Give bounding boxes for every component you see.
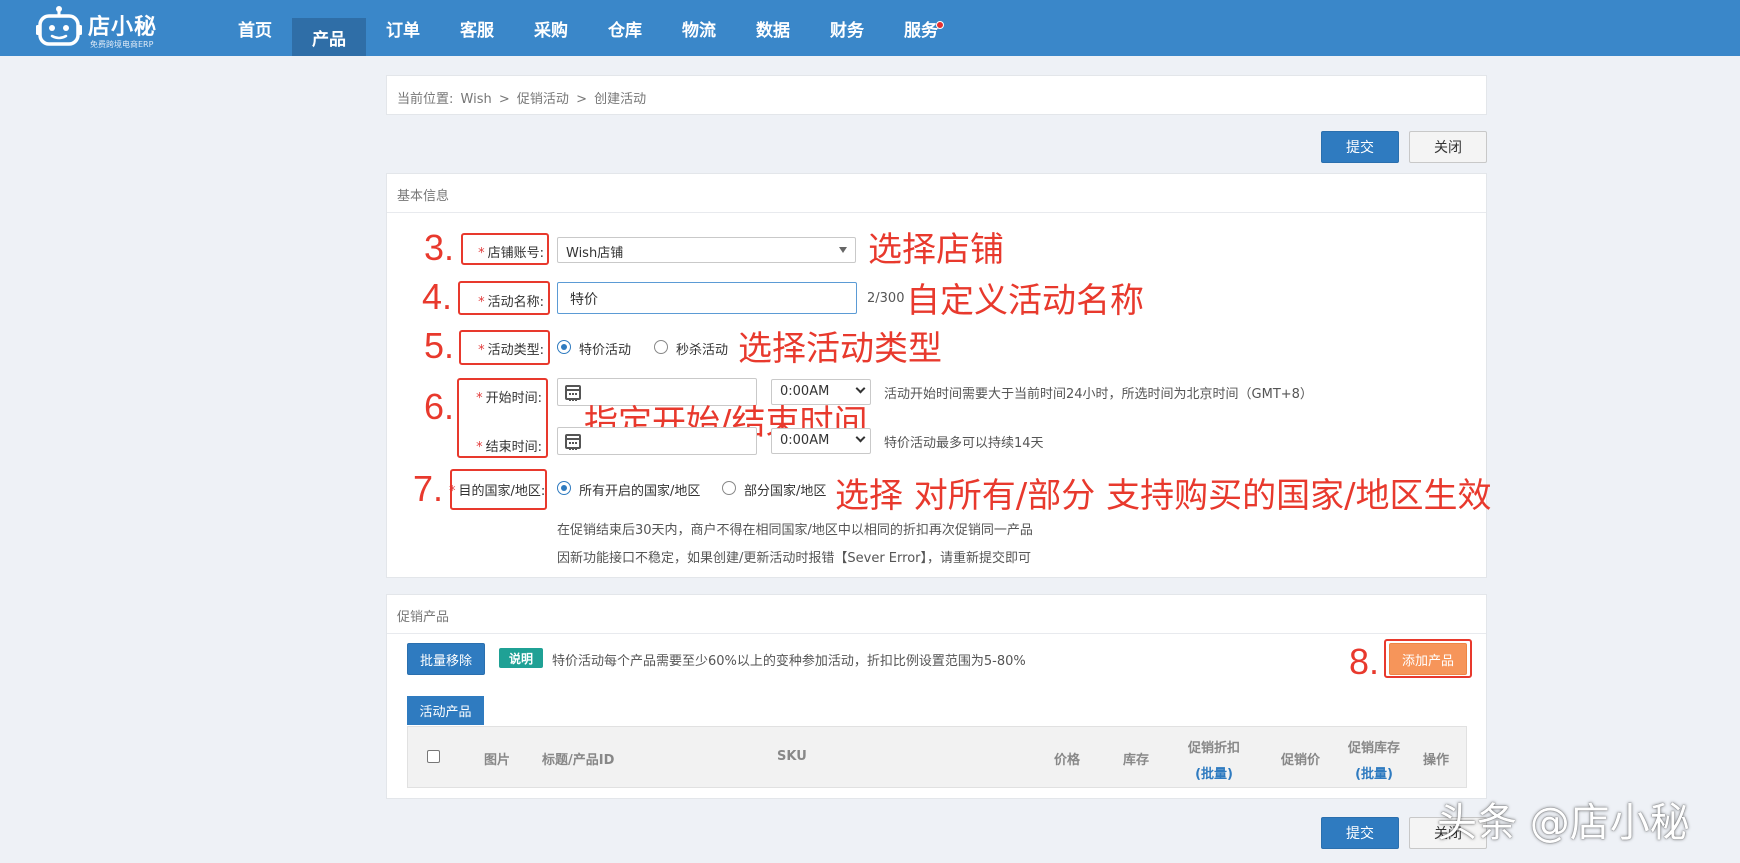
step-number-3: 3.	[424, 227, 455, 268]
promo-products-title: 促销产品	[387, 595, 1486, 634]
column-promo-stock: 促销库存 (批量)	[1348, 737, 1400, 782]
annotation-select-type: 选择活动类型	[738, 329, 942, 369]
nav-item-logistics[interactable]: 物流	[662, 0, 736, 56]
activity-name-input[interactable]: 特价	[557, 282, 857, 314]
step-number-5: 5.	[424, 325, 455, 366]
nav-item-finance[interactable]: 财务	[810, 0, 884, 56]
annotation-select-region: 选择 对所有/部分 支持购买的国家/地区生效	[835, 476, 1492, 516]
bulk-stock-link[interactable]: (批量)	[1348, 763, 1400, 782]
robot-logo-icon	[36, 6, 82, 46]
main-nav: 首页 产品 订单 客服 采购 仓库 物流 数据 财务 服务	[218, 0, 958, 56]
breadcrumb-separator: >	[576, 92, 587, 107]
activity-name-label: * 活动名称:	[478, 295, 544, 310]
end-time-label: * 结束时间:	[476, 440, 542, 455]
bulk-remove-button[interactable]: 批量移除	[407, 643, 485, 675]
calendar-icon[interactable]	[565, 434, 581, 450]
region-radio-partial[interactable]	[722, 481, 736, 495]
activity-type-option-flash-sale[interactable]: 秒杀活动	[676, 339, 728, 358]
breadcrumb-item-promotions[interactable]: 促销活动	[517, 92, 569, 107]
end-time-hint: 特价活动最多可以持续14天	[884, 436, 1044, 451]
column-promo-stock-label: 促销库存	[1348, 741, 1401, 756]
nav-item-products[interactable]: 产品	[292, 18, 366, 56]
app-logo[interactable]: 店小秘 免费跨境电商ERP	[36, 5, 166, 51]
nav-item-customer-service[interactable]: 客服	[440, 0, 514, 56]
tab-activity-products[interactable]: 活动产品	[407, 696, 484, 725]
column-promo-price: 促销价	[1281, 753, 1321, 768]
top-nav-bar: 店小秘 免费跨境电商ERP 首页 产品 订单 客服 采购 仓库 物流 数据 财务…	[0, 0, 1740, 56]
store-label-text: 店铺账号:	[487, 246, 544, 261]
step-number-6: 6.	[424, 386, 455, 427]
activity-type-label: * 活动类型:	[478, 343, 544, 358]
brand-subtitle: 免费跨境电商ERP	[90, 40, 154, 49]
column-stock: 库存	[1123, 753, 1150, 768]
step-number-4: 4.	[422, 276, 453, 317]
start-time-hint: 活动开始时间需要大于当前时间24小时，所选时间为北京时间（GMT+8）	[884, 387, 1313, 402]
end-time-label-text: 结束时间:	[485, 440, 542, 455]
start-time-label-text: 开始时间:	[485, 391, 542, 406]
step-number-8: 8.	[1349, 641, 1380, 682]
caret-down-icon	[839, 247, 847, 253]
step-number-7: 7.	[413, 468, 444, 509]
submit-button-bottom[interactable]: 提交	[1321, 817, 1399, 849]
watermark: 头条 @店小秘	[1437, 800, 1690, 846]
calendar-icon[interactable]	[565, 385, 581, 401]
column-title-product-id: 标题/产品ID	[542, 753, 615, 768]
column-promo-discount-label: 促销折扣	[1188, 741, 1241, 756]
notification-dot-icon	[936, 21, 944, 29]
breadcrumb-prefix: 当前位置:	[397, 92, 454, 107]
brand-name: 店小秘	[88, 15, 158, 40]
start-time-label: * 开始时间:	[476, 391, 542, 406]
nav-item-services-label: 服务	[904, 20, 938, 41]
region-label: * 目的国家/地区:	[449, 484, 546, 499]
annotation-custom-name: 自定义活动名称	[906, 281, 1144, 321]
nav-item-purchasing[interactable]: 采购	[514, 0, 588, 56]
select-all-checkbox[interactable]	[427, 750, 440, 763]
nav-item-home[interactable]: 首页	[218, 0, 292, 56]
end-time-value: 0:00AM	[780, 433, 830, 448]
activity-name-label-text: 活动名称:	[487, 295, 544, 310]
end-date-picker[interactable]	[557, 427, 757, 455]
end-time-select[interactable]: 0:00AM	[771, 428, 871, 454]
column-price: 价格	[1054, 753, 1081, 768]
breadcrumb-item-wish[interactable]: Wish	[461, 92, 492, 107]
chevron-down-icon	[855, 432, 866, 443]
region-option-all[interactable]: 所有开启的国家/地区	[579, 480, 700, 499]
activity-type-radio-flash-sale[interactable]	[654, 340, 668, 354]
region-option-partial[interactable]: 部分国家/地区	[744, 480, 826, 499]
nav-item-orders[interactable]: 订单	[366, 0, 440, 56]
bulk-discount-link[interactable]: (批量)	[1188, 763, 1240, 782]
chevron-down-icon	[855, 383, 866, 394]
activity-type-label-text: 活动类型:	[487, 343, 544, 358]
breadcrumb: 当前位置: Wish > 促销活动 > 创建活动	[386, 75, 1487, 115]
breadcrumb-item-create: 创建活动	[594, 92, 647, 107]
nav-item-services[interactable]: 服务	[884, 0, 958, 56]
basic-info-title: 基本信息	[387, 174, 1486, 213]
promo-rule-note: 在促销结束后30天内，商户不得在相同国家/地区中以相同的折扣再次促销同一产品	[557, 523, 1033, 538]
column-image: 图片	[484, 753, 511, 768]
api-error-note: 因新功能接口不稳定，如果创建/更新活动时报错【Sever Error】，请重新提…	[557, 551, 1031, 566]
column-promo-discount: 促销折扣 (批量)	[1188, 737, 1240, 782]
region-radio-all[interactable]	[557, 481, 571, 495]
close-button-top[interactable]: 关闭	[1409, 131, 1487, 163]
info-tag: 说明	[499, 648, 544, 668]
region-label-text: 目的国家/地区:	[458, 484, 546, 499]
column-sku: SKU	[777, 749, 807, 764]
store-select-value: Wish店铺	[566, 246, 624, 261]
add-product-button[interactable]: 添加产品	[1389, 643, 1467, 675]
activity-type-radio-special-price[interactable]	[557, 340, 571, 354]
annotation-select-store: 选择店铺	[868, 230, 1004, 270]
breadcrumb-separator: >	[498, 92, 510, 107]
activity-name-counter: 2/300	[867, 291, 905, 306]
activity-type-option-special-price[interactable]: 特价活动	[579, 339, 631, 358]
store-select[interactable]: Wish店铺	[557, 237, 856, 263]
store-label: * 店铺账号:	[478, 246, 544, 261]
nav-item-warehouse[interactable]: 仓库	[588, 0, 662, 56]
column-action: 操作	[1423, 753, 1450, 768]
nav-item-data[interactable]: 数据	[736, 0, 810, 56]
promo-product-rule: 特价活动每个产品需要至少60%以上的变种参加活动，折扣比例设置范围为5-80%	[552, 654, 1026, 669]
submit-button-top[interactable]: 提交	[1321, 131, 1399, 163]
